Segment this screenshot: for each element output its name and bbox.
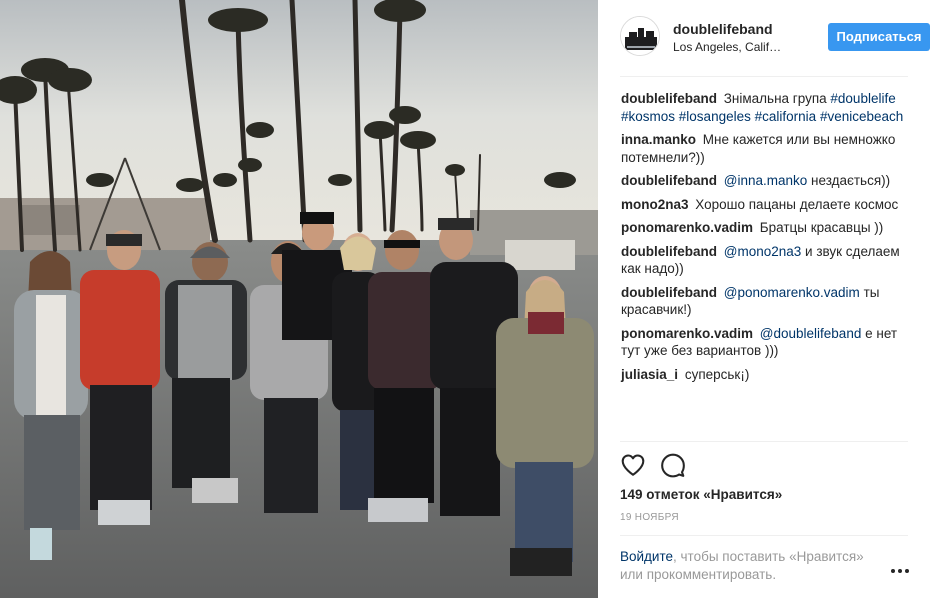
comment-author[interactable]: juliasia_i <box>621 367 678 382</box>
caption: doublelifeband Знімальна група #doubleli… <box>621 90 911 125</box>
beach-group-photo <box>0 0 598 598</box>
post-header: doublelifeband Los Angeles, California П… <box>620 14 930 70</box>
comment-text: Хорошо пацаны делаете космос <box>695 196 899 212</box>
comment-item: doublelifeband @inna.manko нездається)) <box>621 172 911 190</box>
like-button[interactable] <box>620 452 646 478</box>
post-actions <box>620 452 700 480</box>
comment-item: inna.manko Мне кажется или вы немножко п… <box>621 131 911 166</box>
speech-bubble-icon <box>661 453 685 478</box>
heart-outline-icon <box>621 454 645 476</box>
comment-author[interactable]: ponomarenko.vadim <box>621 326 753 341</box>
hashtag-link[interactable]: #losangeles <box>679 109 751 124</box>
login-prompt: Войдите, чтобы поставить «Нравится» или … <box>620 548 885 584</box>
comment-text: суперськ¡) <box>684 366 750 382</box>
comment-item: ponomarenko.vadim @doublelifeband е нет … <box>621 325 911 360</box>
comment-author[interactable]: doublelifeband <box>621 91 717 106</box>
comments-list: doublelifeband Знімальна група #doubleli… <box>621 90 911 389</box>
comment-author[interactable]: ponomarenko.vadim <box>621 220 753 235</box>
comment-author[interactable]: doublelifeband <box>621 173 717 188</box>
more-options-icon <box>891 569 895 573</box>
more-options-button[interactable] <box>891 566 909 576</box>
mention-link[interactable]: @doublelifeband <box>760 326 862 341</box>
comment-text: Братцы красавцы )) <box>759 220 884 235</box>
hashtag-link[interactable]: #doublelife <box>830 91 895 106</box>
likes-count[interactable]: 149 отметок «Нравится» <box>620 487 782 502</box>
divider <box>620 76 908 77</box>
divider <box>620 535 908 536</box>
caption-text: Знімальна група <box>723 91 827 106</box>
comment-button[interactable] <box>660 452 686 478</box>
more-options-icon <box>905 569 909 573</box>
comment-item: ponomarenko.vadim Братцы красавцы )) <box>621 219 911 237</box>
divider <box>620 441 908 442</box>
hashtag-link[interactable]: #venicebeach <box>820 109 903 124</box>
post-username[interactable]: doublelifeband <box>673 21 773 37</box>
comment-item: doublelifeband @ponomarenko.vadim ты кра… <box>621 284 911 319</box>
comment-item: juliasia_i суперськ¡) <box>621 366 911 384</box>
instagram-post: doublelifeband Los Angeles, California П… <box>0 0 931 598</box>
post-photo[interactable] <box>0 0 598 598</box>
hashtag-link[interactable]: #kosmos <box>621 109 675 124</box>
comment-author[interactable]: inna.manko <box>621 132 696 147</box>
mention-link[interactable]: @inna.manko <box>724 173 808 188</box>
mention-link[interactable]: @mono2na3 <box>724 244 802 259</box>
hashtag-link[interactable]: #california <box>755 109 817 124</box>
comment-author[interactable]: mono2na3 <box>621 197 689 212</box>
mention-link[interactable]: @ponomarenko.vadim <box>724 285 860 300</box>
avatar[interactable] <box>620 16 660 56</box>
post-date[interactable]: 19 НОЯБРЯ <box>620 512 679 523</box>
more-options-icon <box>898 569 902 573</box>
post-location[interactable]: Los Angeles, California <box>673 40 785 54</box>
comment-text: нездається)) <box>811 173 891 188</box>
comment-item: doublelifeband @mono2na3 и звук сделаем … <box>621 243 911 278</box>
comment-item: mono2na3 Хорошо пацаны делаете космос <box>621 196 911 214</box>
comment-author[interactable]: doublelifeband <box>621 285 717 300</box>
band-logo-avatar <box>621 17 659 55</box>
post-sidebar: doublelifeband Los Angeles, California П… <box>598 0 931 598</box>
login-link[interactable]: Войдите <box>620 549 673 564</box>
follow-button[interactable]: Подписаться <box>828 23 930 51</box>
comment-author[interactable]: doublelifeband <box>621 244 717 259</box>
